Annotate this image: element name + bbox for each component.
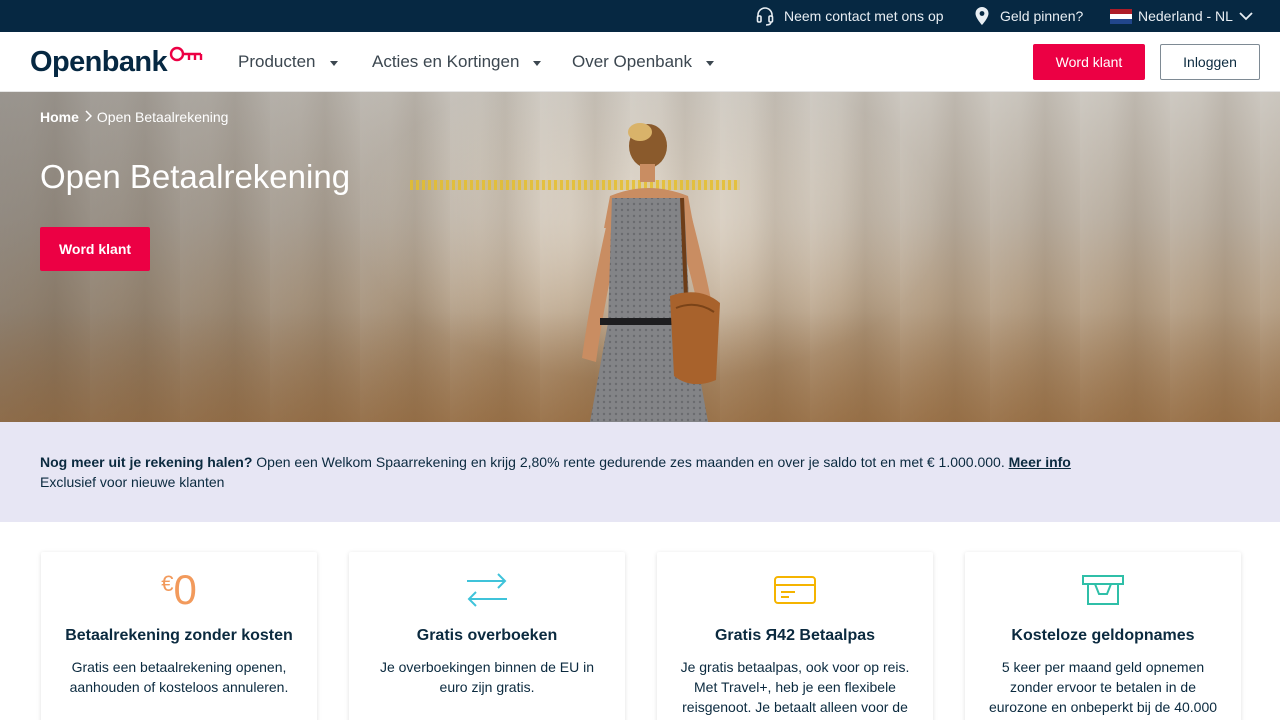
- feature-card: € 0 Betaalrekening zonder kosten Gratis …: [41, 552, 317, 720]
- feature-card: Gratis Я42 Betaalpas Je gratis betaalpas…: [657, 552, 933, 720]
- key-logo-icon: [169, 46, 203, 69]
- contact-label: Neem contact met ons op: [784, 8, 944, 24]
- nav-over-label: Over Openbank: [572, 52, 693, 71]
- feature-title: Gratis Я42 Betaalpas: [714, 627, 876, 644]
- main-header: Openbank Producten Acties en Kortingen O…: [0, 32, 1280, 92]
- breadcrumb: Home Open Betaalrekening: [40, 109, 228, 125]
- openbank-logo[interactable]: Openbank: [30, 44, 203, 80]
- chevron-down-icon: [1239, 11, 1253, 21]
- nav-acties-label: Acties en Kortingen: [372, 52, 520, 71]
- contact-link[interactable]: Neem contact met ons op: [756, 0, 944, 32]
- promo-body: Open een Welkom Spaarrekening en krijg 2…: [252, 454, 1009, 470]
- feature-text: 5 keer per maand geld opnemen zonder erv…: [988, 659, 1218, 715]
- signup-button[interactable]: Word klant: [1033, 44, 1145, 80]
- credit-card-icon: [657, 570, 933, 610]
- nav-producten[interactable]: Producten: [238, 32, 338, 92]
- hero-banner: Home Open Betaalrekening Open Betaalreke…: [0, 92, 1280, 422]
- feature-text: Je overboekingen binnen de EU in euro zi…: [379, 659, 595, 695]
- feature-cards-section: € 0 Betaalrekening zonder kosten Gratis …: [0, 522, 1280, 720]
- logo-text: Openbank: [30, 45, 168, 78]
- promo-text: Nog meer uit je rekening halen? Open een…: [40, 454, 1071, 470]
- netherlands-flag-icon: [1110, 8, 1132, 24]
- atm-link[interactable]: Geld pinnen?: [974, 0, 1083, 32]
- promo-subtext: Exclusief voor nieuwe klanten: [40, 474, 225, 490]
- login-button[interactable]: Inloggen: [1160, 44, 1260, 80]
- language-label: Nederland - NL: [1138, 8, 1233, 24]
- promo-bold: Nog meer uit je rekening halen?: [40, 454, 253, 470]
- feature-title: Betaalrekening zonder kosten: [65, 627, 293, 644]
- nav-acties-en-kortingen[interactable]: Acties en Kortingen: [372, 32, 542, 92]
- headset-icon: [756, 6, 774, 26]
- language-selector[interactable]: Nederland - NL: [1110, 0, 1253, 32]
- feature-card: Gratis overboeken Je overboekingen binne…: [349, 552, 625, 720]
- atm-withdrawal-icon: [965, 570, 1241, 610]
- euro-symbol: €: [161, 571, 174, 596]
- location-pin-icon: [974, 6, 990, 26]
- feature-text: Gratis een betaalrekening openen, aanhou…: [69, 659, 289, 695]
- chevron-right-icon: [84, 109, 92, 125]
- page-title: Open Betaalrekening: [40, 158, 351, 195]
- zero-number: 0: [173, 566, 197, 613]
- breadcrumb-home[interactable]: Home: [40, 109, 79, 125]
- feature-text: Je gratis betaalpas, ook voor op reis. M…: [680, 659, 910, 715]
- top-utility-bar: Neem contact met ons op Geld pinnen? Ned…: [0, 0, 1280, 32]
- atm-label: Geld pinnen?: [1000, 8, 1084, 24]
- feature-title: Gratis overboeken: [416, 627, 558, 644]
- promo-banner: Nog meer uit je rekening halen? Open een…: [0, 422, 1280, 522]
- feature-card: Kosteloze geldopnames 5 keer per maand g…: [965, 552, 1241, 720]
- caret-down-icon: [706, 60, 715, 66]
- feature-title: Kosteloze geldopnames: [1011, 627, 1195, 644]
- euro-zero-icon: € 0: [41, 566, 317, 613]
- hero-signup-button[interactable]: Word klant: [40, 227, 150, 271]
- meer-info-link[interactable]: Meer info: [1009, 454, 1071, 470]
- caret-down-icon: [533, 60, 542, 66]
- transfer-arrows-icon: [349, 570, 625, 610]
- caret-down-icon: [329, 60, 338, 66]
- woman-on-platform-image: [582, 123, 720, 422]
- breadcrumb-current: Open Betaalrekening: [96, 109, 229, 125]
- nav-over-openbank[interactable]: Over Openbank: [572, 32, 715, 92]
- nav-producten-label: Producten: [238, 52, 316, 71]
